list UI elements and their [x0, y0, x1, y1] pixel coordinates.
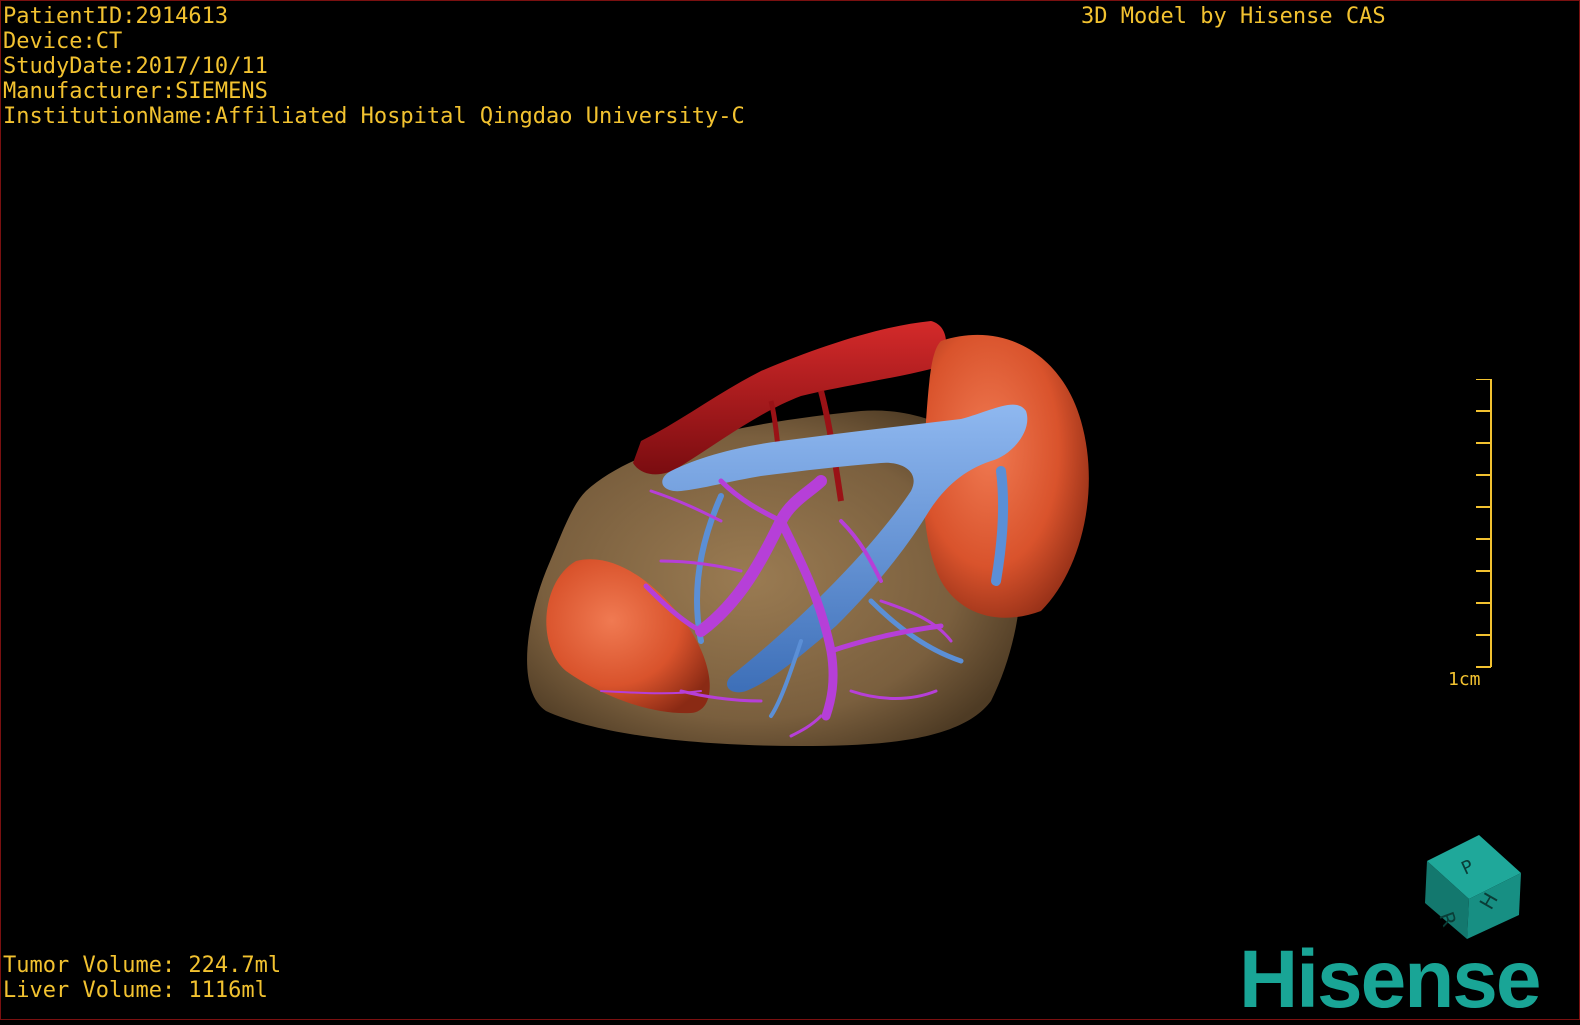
manufacturer-label: Manufacturer:SIEMENS	[3, 79, 268, 104]
scale-bar-label: 1cm	[1448, 669, 1481, 690]
dicom-info-block: PatientID:2914613 Device:CT StudyDate:2017…	[3, 4, 745, 129]
liver-volume-label: Liver Volume: 1116ml	[3, 978, 268, 1003]
scale-bar	[1476, 379, 1492, 668]
device-label: Device:CT	[3, 29, 123, 54]
institution-label: InstitutionName:Affiliated Hospital Qing…	[3, 104, 745, 129]
model-credit-label: 3D Model by Hisense CAS	[1081, 4, 1386, 29]
study-date-label: StudyDate:2017/10/11	[3, 54, 268, 79]
3d-viewport[interactable]: PatientID:2914613 Device:CT StudyDate:2017…	[0, 0, 1580, 1025]
tumor-volume-label: Tumor Volume: 224.7ml	[3, 953, 282, 978]
hisense-logo: Hisense	[1239, 934, 1542, 1025]
liver-3d-model[interactable]	[1, 1, 1580, 1021]
orientation-cube[interactable]: P H R	[1419, 833, 1529, 943]
volume-info-block: Tumor Volume: 224.7ml Liver Volume: 1116m…	[3, 953, 281, 1003]
patient-id-label: PatientID:2914613	[3, 4, 229, 29]
